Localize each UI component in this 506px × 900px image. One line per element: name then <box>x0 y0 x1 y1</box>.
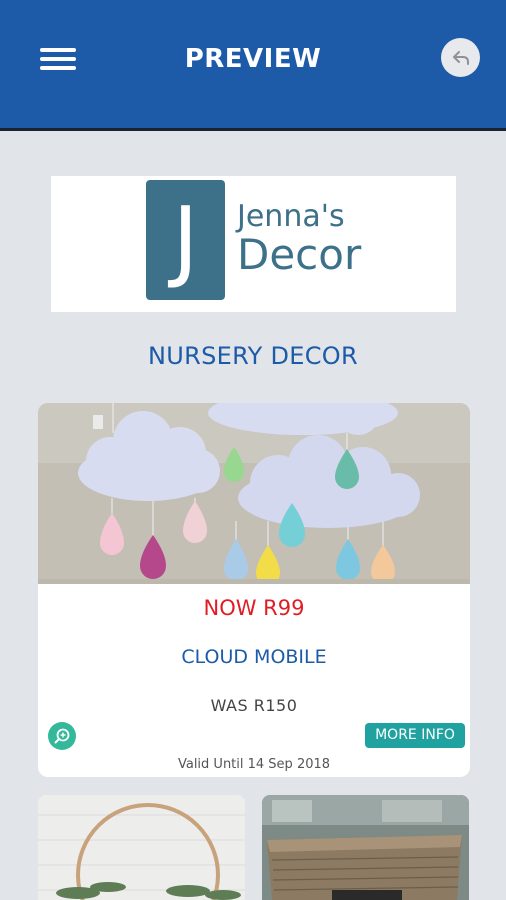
zoom-button[interactable] <box>48 722 76 750</box>
app-bar: PREVIEW <box>0 0 506 131</box>
store-logo: J Jenna's Decor <box>51 176 456 312</box>
more-info-button[interactable]: MORE INFO <box>365 723 465 748</box>
zoom-icon <box>54 728 70 744</box>
product-card[interactable]: NOW R99 CLOUD MOBILE WAS R150 MORE INFO … <box>38 403 470 777</box>
valid-until-text: Valid Until 14 Sep 2018 <box>177 757 331 772</box>
product-image-basket[interactable] <box>262 795 469 900</box>
product-name: CLOUD MOBILE <box>181 646 327 668</box>
product-image-wreath[interactable] <box>38 795 245 900</box>
now-price: NOW R99 <box>203 596 305 620</box>
page-title: PREVIEW <box>184 44 322 74</box>
logo-text: Jenna's Decor <box>237 202 361 276</box>
section-title: NURSERY DECOR <box>148 342 358 370</box>
product-image[interactable] <box>38 403 470 584</box>
logo-letter: J <box>146 180 225 300</box>
product-card-wreath[interactable] <box>38 795 245 900</box>
back-arrow-icon <box>452 50 469 65</box>
back-button[interactable] <box>441 38 480 77</box>
logo-line-1: Jenna's <box>237 199 345 234</box>
logo-line-2: Decor <box>237 230 362 279</box>
was-price: WAS R150 <box>210 696 298 715</box>
product-card-basket[interactable] <box>262 795 469 900</box>
